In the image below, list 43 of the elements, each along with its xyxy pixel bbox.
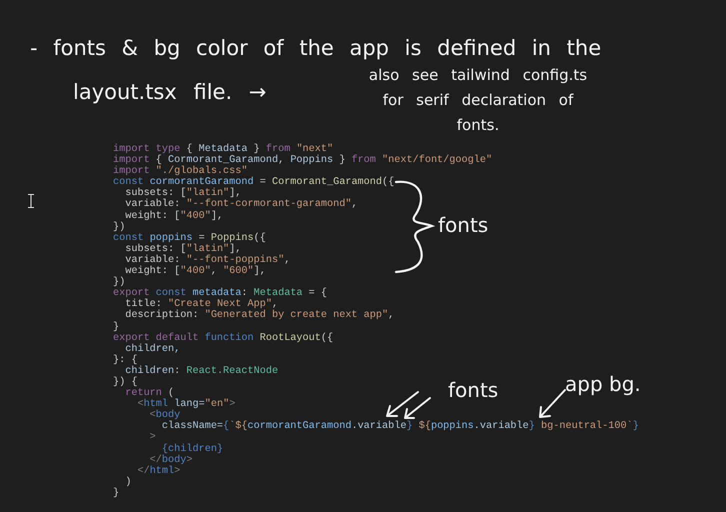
code-line: </html> <box>136 466 180 477</box>
handwritten-label: fonts <box>448 377 498 403</box>
code-line: weight: ["400", "600"], <box>124 266 266 278</box>
code-line: description: "Generated by create next app", <box>124 310 394 322</box>
code-line: ) <box>124 476 132 488</box>
handwritten-label: app bg. <box>565 371 641 397</box>
code-line: }) { <box>113 376 138 388</box>
code-line: subsets: ["latin"], <box>124 244 242 255</box>
code-line: </body> <box>149 454 193 466</box>
code-line: subsets: ["latin"], <box>124 188 242 200</box>
code-line: import type { Metadata } from "next" <box>113 144 334 155</box>
handwritten-label: fonts <box>438 212 488 238</box>
handwritten-note: layout.tsx file. → <box>73 79 268 106</box>
code-line: <body <box>148 410 180 422</box>
code-line: const cormorantGaramond = Cormorant_Garamond({ <box>113 177 394 188</box>
text-cursor-icon <box>28 194 34 208</box>
code-line: > <box>148 432 156 444</box>
code-line: }) <box>113 277 126 288</box>
code-line: className={`${cormorantGaramond.variable} ${poppins.variable} bg-neutral-100`} <box>160 421 639 432</box>
code-line: variable: "--font-cormorant-garamond", <box>124 199 358 210</box>
code-line: weight: ["400"], <box>124 210 224 222</box>
handwritten-note: for serif declaration of <box>382 90 574 111</box>
code-line: variable: "--font-poppins", <box>124 254 290 266</box>
handwritten-note: also see tailwind config.ts <box>368 65 588 86</box>
code-line: } <box>113 488 120 499</box>
code-line: }) <box>113 222 126 233</box>
code-line: export const metadata: Metadata = { <box>113 288 328 300</box>
code-line: import "./globals.css" <box>113 166 248 178</box>
code-line: <html lang="en"> <box>136 399 236 410</box>
code-line: } <box>113 322 120 333</box>
handwritten-note: fonts. <box>456 115 500 136</box>
code-line: import { Cormorant_Garamond, Poppins } from "next/font/google" <box>113 155 492 166</box>
handwritten-note: - fonts & bg color of the app is defined in the <box>30 35 602 62</box>
code-line: children: React.ReactNode <box>124 366 278 377</box>
code-line: return ( <box>124 388 174 400</box>
arrows-icon <box>384 388 434 420</box>
arrow-icon <box>537 388 567 420</box>
code-line: children, <box>125 344 180 355</box>
code-line: export default function RootLayout({ <box>113 332 334 344</box>
code-line: }: { <box>113 354 138 366</box>
code-line: const poppins = Poppins({ <box>113 232 266 244</box>
code-line: {children} <box>162 444 224 455</box>
code-line: title: "Create Next App", <box>124 299 278 310</box>
